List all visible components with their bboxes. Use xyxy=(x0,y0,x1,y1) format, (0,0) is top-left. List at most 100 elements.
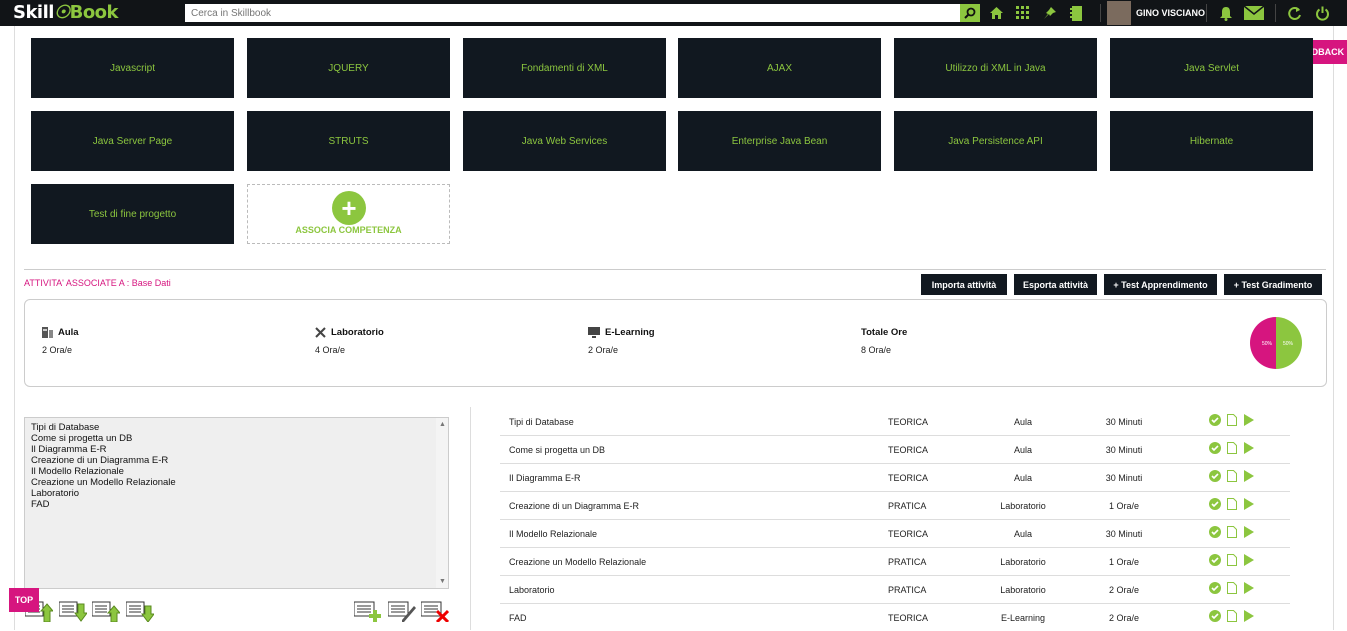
activity-place: Aula xyxy=(1013,473,1032,483)
activity-title[interactable]: Creazione un Modello Relazionale xyxy=(509,557,646,567)
table-row: Creazione un Modello Relazionale PRATICA… xyxy=(500,547,1290,576)
search-icon xyxy=(964,7,976,19)
activity-title[interactable]: Tipi di Database xyxy=(509,417,574,427)
competence-tile[interactable]: STRUTS xyxy=(247,111,450,171)
move-bottom-icon[interactable] xyxy=(126,600,154,622)
document-icon[interactable] xyxy=(1227,414,1237,426)
competence-tile[interactable]: AJAX xyxy=(678,38,881,98)
activity-place: Laboratorio xyxy=(1000,557,1046,567)
export-activities-button[interactable]: Esporta attività xyxy=(1014,274,1097,295)
delete-activity-icon[interactable] xyxy=(421,600,449,622)
activity-duration: 1 Ora/e xyxy=(1108,501,1139,511)
back-to-top-button[interactable]: TOP xyxy=(9,588,39,612)
search-input[interactable] xyxy=(185,4,960,22)
list-item[interactable]: FAD xyxy=(25,499,176,510)
laboratory-title: Laboratorio xyxy=(315,327,384,338)
avatar[interactable] xyxy=(1107,1,1131,25)
competence-tile[interactable]: Java Web Services xyxy=(463,111,666,171)
competence-tile[interactable]: Java Persistence API xyxy=(894,111,1097,171)
import-activities-button[interactable]: Importa attività xyxy=(921,274,1007,295)
activity-title[interactable]: Creazione di un Diagramma E-R xyxy=(509,501,639,511)
skillbook-logo[interactable]: Skill☉Book xyxy=(13,2,119,23)
competence-tile[interactable]: Hibernate xyxy=(1110,111,1313,171)
competence-tile[interactable]: Javascript xyxy=(31,38,234,98)
check-icon[interactable] xyxy=(1209,498,1221,510)
check-icon[interactable] xyxy=(1209,582,1221,594)
competence-tile[interactable]: Fondamenti di XML xyxy=(463,38,666,98)
tools-icon xyxy=(315,327,326,338)
search-button[interactable] xyxy=(960,4,980,22)
activity-duration: 30 Minuti xyxy=(1105,529,1143,539)
activity-duration: 1 Ora/e xyxy=(1108,557,1139,567)
check-icon[interactable] xyxy=(1209,610,1221,622)
play-icon[interactable] xyxy=(1243,470,1254,482)
list-item[interactable]: Come si progetta un DB xyxy=(25,433,176,444)
mail-icon[interactable] xyxy=(1243,5,1265,21)
pie-left-label: 50% xyxy=(1262,341,1273,347)
activity-type: TEORICA xyxy=(888,417,929,427)
laboratory-hours: 4 Ora/e xyxy=(315,345,346,355)
refresh-icon[interactable] xyxy=(1286,5,1302,21)
list-item[interactable]: Il Diagramma E-R xyxy=(25,444,176,455)
check-icon[interactable] xyxy=(1209,470,1221,482)
table-row: Tipi di Database TEORICA Aula 30 Minuti xyxy=(500,407,1290,436)
play-icon[interactable] xyxy=(1243,610,1254,622)
activity-duration: 30 Minuti xyxy=(1105,417,1143,427)
scroll-up-icon[interactable]: ▲ xyxy=(439,421,446,428)
play-icon[interactable] xyxy=(1243,554,1254,566)
list-item[interactable]: Il Modello Relazionale xyxy=(25,466,176,477)
activity-title[interactable]: Laboratorio xyxy=(509,585,555,595)
scroll-down-icon[interactable]: ▼ xyxy=(439,578,446,585)
activity-title[interactable]: Come si progetta un DB xyxy=(509,445,605,455)
user-name[interactable]: GINO VISCIANO xyxy=(1136,8,1205,18)
list-item[interactable]: Laboratorio xyxy=(25,488,176,499)
activity-title[interactable]: Il Diagramma E-R xyxy=(509,473,581,483)
add-learning-test-button[interactable]: + Test Apprendimento xyxy=(1104,274,1217,295)
competence-tile[interactable]: Java Server Page xyxy=(31,111,234,171)
activity-title[interactable]: FAD xyxy=(509,613,527,623)
document-icon[interactable] xyxy=(1227,582,1237,594)
document-icon[interactable] xyxy=(1227,526,1237,538)
home-icon[interactable] xyxy=(988,5,1004,21)
add-satisfaction-test-button[interactable]: + Test Gradimento xyxy=(1224,274,1322,295)
play-icon[interactable] xyxy=(1243,414,1254,426)
competence-tile[interactable]: Java Servlet xyxy=(1110,38,1313,98)
move-up-icon[interactable] xyxy=(92,600,120,622)
associate-competence-button[interactable]: + ASSOCIA COMPETENZA xyxy=(247,184,450,244)
list-item[interactable]: Tipi di Database xyxy=(25,422,176,433)
activity-type: PRATICA xyxy=(888,585,927,595)
notebook-icon[interactable] xyxy=(1068,5,1084,21)
check-icon[interactable] xyxy=(1209,526,1221,538)
elearning-hours: 2 Ora/e xyxy=(588,345,619,355)
document-icon[interactable] xyxy=(1227,470,1237,482)
document-icon[interactable] xyxy=(1227,554,1237,566)
document-icon[interactable] xyxy=(1227,442,1237,454)
edit-activity-icon[interactable] xyxy=(388,600,416,622)
bell-icon[interactable] xyxy=(1218,5,1234,21)
play-icon[interactable] xyxy=(1243,498,1254,510)
activity-order-list[interactable]: Tipi di Database Come si progetta un DB … xyxy=(24,417,449,589)
move-down-icon[interactable] xyxy=(59,600,87,622)
pin-icon[interactable] xyxy=(1042,5,1058,21)
document-icon[interactable] xyxy=(1227,498,1237,510)
apps-grid-icon[interactable] xyxy=(1015,5,1031,21)
add-activity-icon[interactable] xyxy=(354,600,382,622)
list-item[interactable]: Creazione di un Diagramma E-R xyxy=(25,455,176,466)
play-icon[interactable] xyxy=(1243,526,1254,538)
play-icon[interactable] xyxy=(1243,442,1254,454)
check-icon[interactable] xyxy=(1209,414,1221,426)
competence-tile[interactable]: Utilizzo di XML in Java xyxy=(894,38,1097,98)
play-icon[interactable] xyxy=(1243,582,1254,594)
list-item[interactable]: Creazione un Modello Relazionale xyxy=(25,477,176,488)
power-icon[interactable] xyxy=(1314,5,1330,21)
competence-tile[interactable]: JQUERY xyxy=(247,38,450,98)
check-icon[interactable] xyxy=(1209,442,1221,454)
activity-place: Aula xyxy=(1013,529,1032,539)
document-icon[interactable] xyxy=(1227,610,1237,622)
competence-tile[interactable]: Test di fine progetto xyxy=(31,184,234,244)
activity-title[interactable]: Il Modello Relazionale xyxy=(509,529,597,539)
list-scrollbar[interactable]: ▲ ▼ xyxy=(436,418,448,588)
competence-tile[interactable]: Enterprise Java Bean xyxy=(678,111,881,171)
activity-place: Laboratorio xyxy=(1000,585,1046,595)
check-icon[interactable] xyxy=(1209,554,1221,566)
